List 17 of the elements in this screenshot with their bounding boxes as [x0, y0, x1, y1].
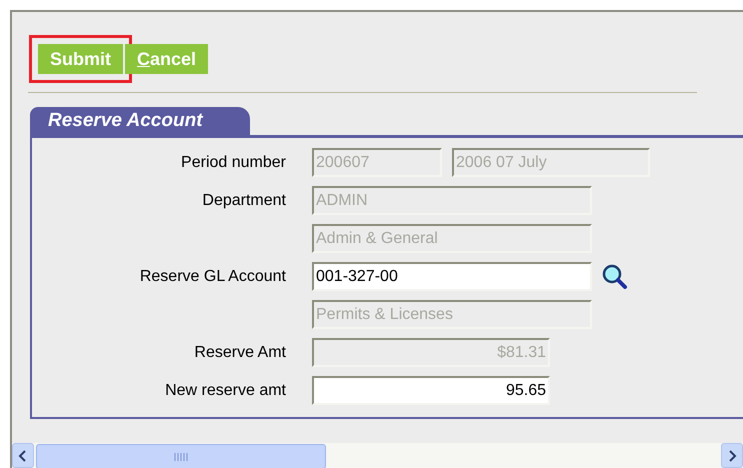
- input-field[interactable]: 001-327-00: [312, 262, 592, 291]
- field-label: Reserve Amt: [193, 344, 287, 362]
- field-label: Period number: [180, 154, 287, 172]
- chevron-left-icon: [18, 450, 28, 462]
- scroll-thumb[interactable]: [36, 444, 326, 468]
- horizontal-scrollbar[interactable]: [12, 443, 743, 468]
- field-label: New reserve amt: [164, 382, 287, 400]
- submit-button[interactable]: Submit: [38, 44, 123, 74]
- field-label: Department: [201, 192, 287, 210]
- chevron-right-icon: [727, 450, 737, 462]
- cancel-button[interactable]: Cancel: [125, 44, 208, 74]
- grip-icon: [174, 452, 188, 460]
- scroll-left-button[interactable]: [12, 443, 34, 468]
- input-field[interactable]: 95.65: [312, 376, 550, 405]
- scroll-right-button[interactable]: [721, 443, 743, 468]
- field-label: Reserve GL Account: [138, 268, 287, 286]
- search-icon[interactable]: [602, 264, 628, 290]
